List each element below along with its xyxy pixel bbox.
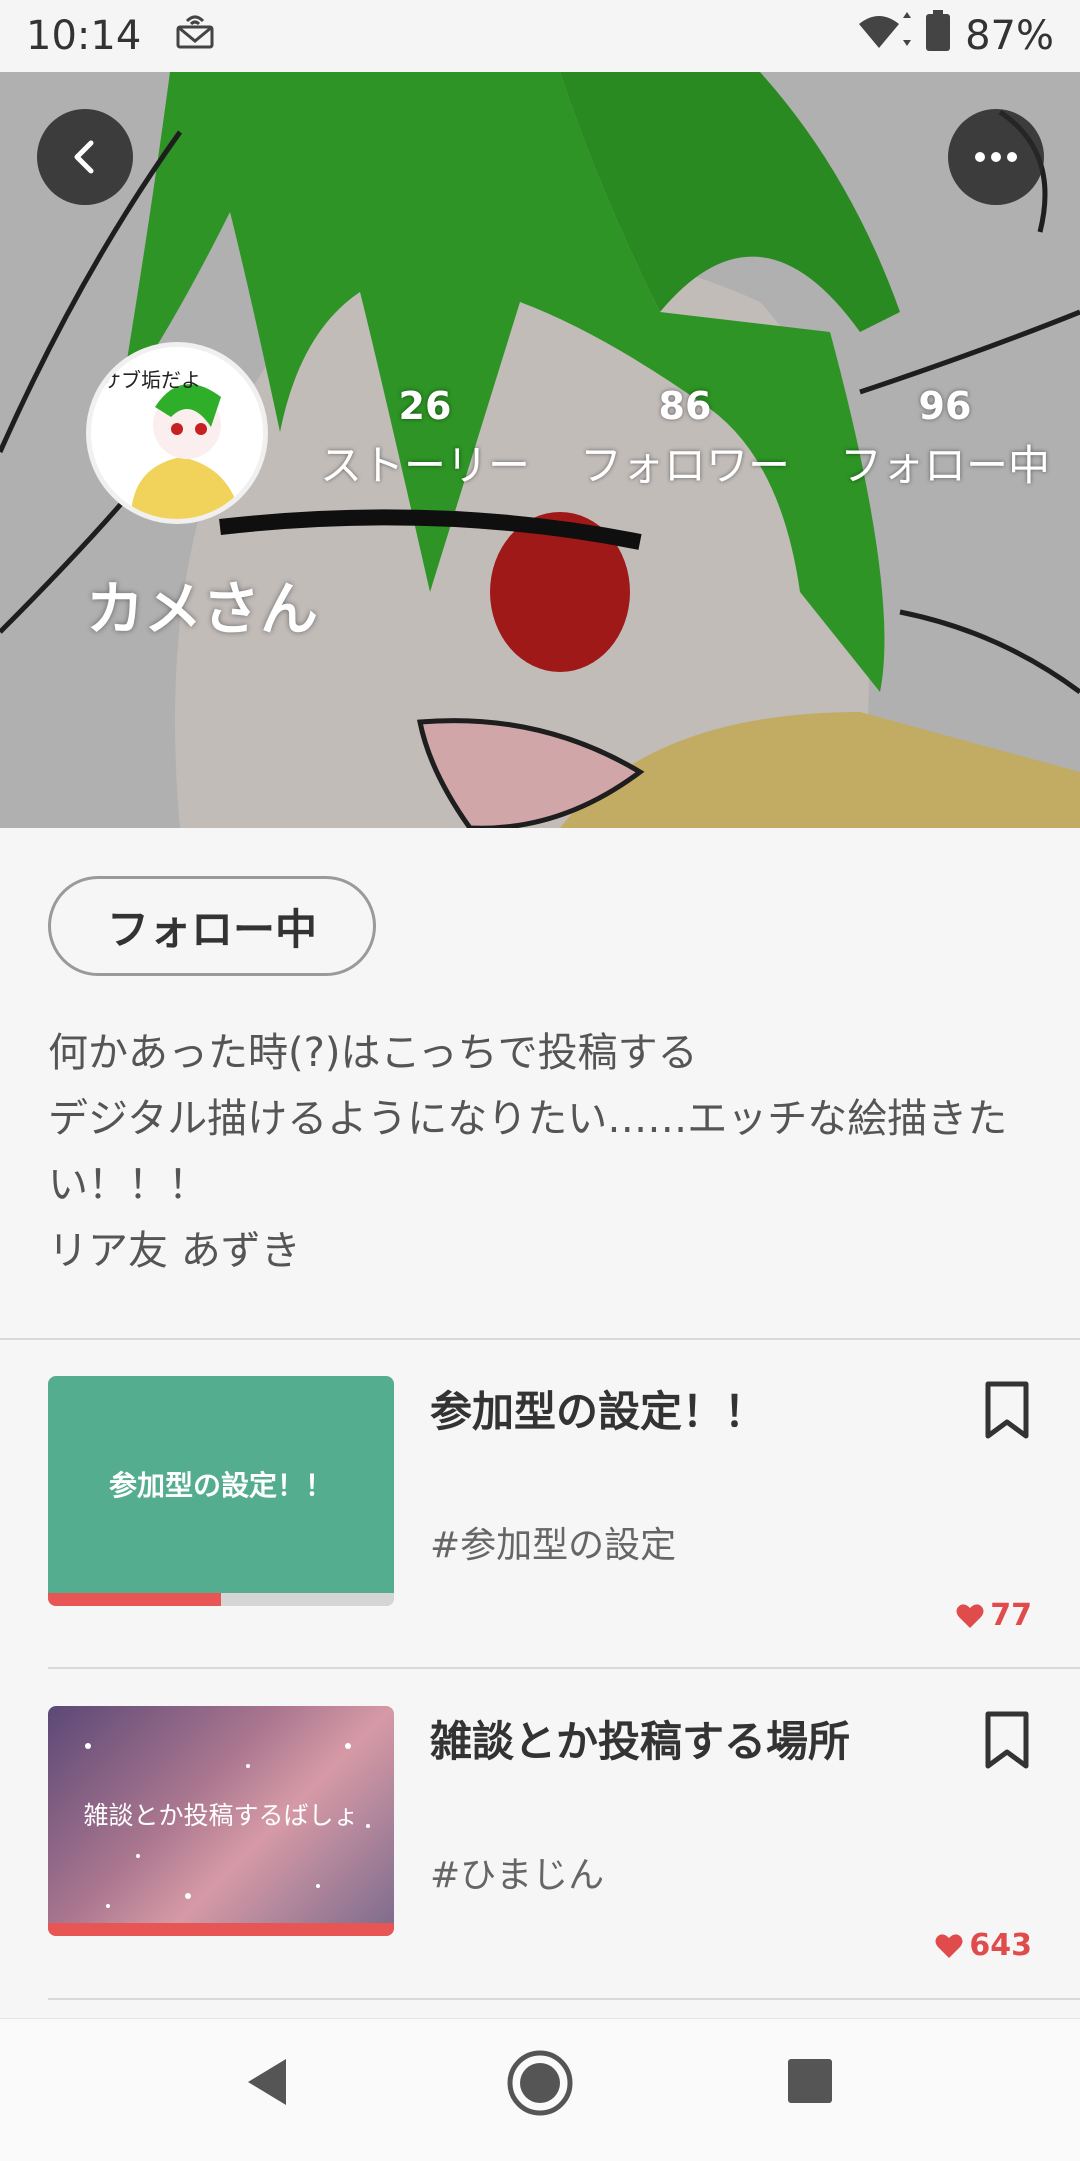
divider [0,1338,1080,1340]
battery-icon [925,10,951,62]
story-title[interactable]: 雑談とか投稿する場所 [430,1708,850,1769]
like-count: 643 [935,1928,1032,1963]
profile-stats: 26 ストーリー 86 フォロワー 96 フォロー中 [320,384,1060,504]
story-title[interactable]: 参加型の設定！！ [430,1378,766,1439]
story-thumbnail[interactable]: 雑談とか投稿するばしょ [48,1706,394,1936]
heart-icon [956,1603,984,1628]
nav-back-icon[interactable] [242,2055,292,2109]
divider [48,1667,1080,1669]
bookmark-icon[interactable] [982,1380,1032,1440]
nav-home-icon[interactable] [506,2049,574,2117]
stat-followers[interactable]: 86 フォロワー [580,384,790,493]
bio-line: 何かあった時(?)はこっちで投稿する [48,1030,698,1076]
avatar[interactable]: サブ垢だよ [86,342,268,524]
back-button[interactable] [37,109,133,205]
battery-percent: 87% [965,13,1054,59]
bio-line: リア友 あずき [48,1228,301,1274]
bio-line: デジタル描けるようになりたい……エッチな絵描きた [48,1096,1008,1142]
system-navigation-bar [0,2018,1080,2161]
following-button[interactable]: フォロー中 [48,876,376,976]
heart-icon [935,1933,963,1958]
more-dots-icon [975,152,1017,162]
status-bar: 10:14 87% [0,0,1080,72]
svg-text:サブ垢だよ: サブ垢だよ [101,368,201,392]
story-tag[interactable]: #ひまじん [430,1846,604,1898]
read-progress-bar [48,1593,394,1606]
back-arrow-icon [74,140,94,174]
avatar-image: サブ垢だよ [91,347,263,519]
status-time: 10:14 [26,13,142,59]
divider [48,1998,1080,2000]
profile-bio: 何かあった時(?)はこっちで投稿する デジタル描けるようになりたい……エッチな絵… [48,1020,1038,1284]
stat-stories[interactable]: 26 ストーリー [320,384,530,493]
bookmark-icon[interactable] [982,1710,1032,1770]
wifi-icon [857,12,912,60]
profile-header: サブ垢だよ 26 ストーリー 86 フォロワー 96 フォロー中 カメさん [0,72,1080,828]
like-count: 77 [956,1598,1032,1633]
more-options-button[interactable] [948,109,1044,205]
nav-recents-icon[interactable] [786,2057,834,2105]
read-progress-bar [48,1923,394,1936]
story-thumbnail[interactable]: 参加型の設定！！ [48,1376,394,1606]
bio-line: い！！！ [48,1162,208,1208]
notification-icon [175,13,215,59]
story-item[interactable]: 雑談とか投稿するばしょ 雑談とか投稿する場所 #ひまじん 643 [0,1706,1080,2036]
story-item[interactable]: 参加型の設定！！ 参加型の設定！！ #参加型の設定 77 [0,1376,1080,1706]
username: カメさん [86,575,319,643]
stat-following[interactable]: 96 フォロー中 [840,384,1050,493]
story-tag[interactable]: #参加型の設定 [430,1516,676,1568]
